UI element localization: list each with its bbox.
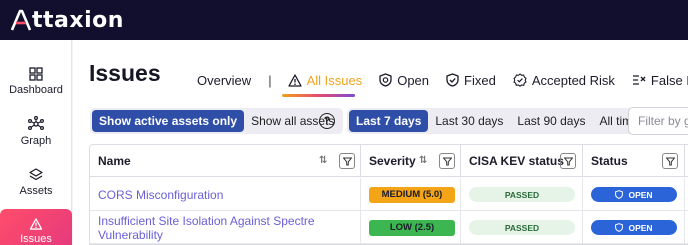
last-30-days-button[interactable]: Last 30 days: [428, 110, 510, 132]
status-badge: OPEN: [591, 187, 677, 202]
active-tab-indicator: [282, 94, 355, 97]
dashboard-icon: [29, 66, 43, 81]
status-badge: OPEN: [591, 220, 677, 235]
issue-link[interactable]: CORS Misconfiguration: [98, 188, 223, 202]
last-90-days-button[interactable]: Last 90 days: [510, 110, 592, 132]
open-shield-icon: [615, 223, 624, 232]
column-header-severity[interactable]: Severity ⇅: [361, 145, 461, 177]
tab-label: Overview: [197, 72, 252, 88]
tab-label: Fixed: [464, 72, 496, 88]
tab-all-issues[interactable]: All Issues: [287, 72, 363, 88]
sidebar-item-issues[interactable]: Issues: [0, 209, 72, 245]
table-row[interactable]: Insufficient Site Isolation Against Spec…: [90, 211, 688, 244]
tab-overview[interactable]: Overview: [197, 73, 251, 88]
column-label: Severity: [369, 154, 416, 168]
layers-icon: [29, 167, 43, 180]
warning-icon: [287, 73, 302, 87]
column-header-name[interactable]: Name ⇅: [90, 145, 361, 177]
column-label: CISA KEV status: [469, 154, 564, 168]
tab-fixed[interactable]: Fixed: [446, 73, 496, 88]
tab-label: Accepted Risk: [531, 72, 615, 88]
column-header-cisa-kev[interactable]: CISA KEV status: [461, 145, 583, 177]
top-bar: ttaxion: [0, 0, 688, 40]
issue-link[interactable]: Insufficient Site Isolation Against Spec…: [98, 214, 360, 242]
main-content: Issues Overview | All Issues Open Fixed …: [73, 40, 688, 245]
status-cell: OPEN: [583, 178, 685, 211]
badge-check-icon: [513, 73, 527, 87]
table-header: Name ⇅ Severity ⇅ CISA KEV status Status: [90, 145, 688, 177]
filter-icon[interactable]: [339, 153, 355, 169]
filter-icon[interactable]: [439, 153, 455, 169]
page-title: Issues: [89, 60, 161, 86]
time-range-toggle: Last 7 days Last 30 days Last 90 days Al…: [347, 108, 648, 134]
sidebar-item-graph[interactable]: Graph: [0, 109, 72, 153]
filter-icon[interactable]: [560, 153, 576, 169]
sidebar-item-label: Assets: [19, 184, 53, 197]
help-icon[interactable]: ?: [319, 113, 335, 129]
issue-name-cell: Insufficient Site Isolation Against Spec…: [90, 211, 361, 244]
kev-status-badge: PASSED: [469, 220, 575, 235]
logo-mark-icon: [11, 9, 31, 31]
show-active-assets-button[interactable]: Show active assets only: [92, 110, 245, 132]
table-row[interactable]: CORS Misconfiguration MEDIUM (5.0) PASSE…: [90, 178, 688, 211]
status-cell: OPEN: [583, 211, 685, 244]
false-positive-icon: [632, 75, 646, 85]
tab-label: All Issues: [306, 72, 363, 88]
status-label: OPEN: [628, 189, 653, 200]
asset-scope-toggle: Show active assets only Show all assets: [90, 108, 344, 134]
severity-badge: MEDIUM (5.0): [369, 186, 455, 203]
column-label: Name: [98, 154, 131, 168]
severity-cell: LOW (2.5): [361, 211, 461, 244]
issues-table: Name ⇅ Severity ⇅ CISA KEV status Status…: [89, 144, 688, 245]
tab-false-positive[interactable]: False Positi: [632, 73, 688, 88]
sidebar: Dashboard Graph Assets Issues: [0, 40, 72, 245]
open-shield-icon: [615, 190, 624, 199]
app-logo[interactable]: ttaxion: [11, 7, 124, 33]
sidebar-item-label: Issues: [20, 233, 52, 245]
severity-badge: LOW (2.5): [369, 219, 455, 236]
status-label: OPEN: [628, 222, 653, 233]
filter-search-input[interactable]: Filter by gr: [628, 107, 688, 135]
tab-accepted-risk[interactable]: Accepted Risk: [513, 73, 615, 88]
tab-label: Open: [397, 72, 430, 88]
check-shield-icon: [446, 73, 459, 87]
warning-icon: [29, 218, 43, 230]
tab-separator: |: [268, 72, 272, 88]
column-label: Status: [591, 154, 628, 168]
column-header-status[interactable]: Status: [583, 145, 685, 177]
kev-status-badge: PASSED: [469, 187, 575, 202]
issue-name-cell: CORS Misconfiguration: [90, 178, 361, 211]
sort-icon[interactable]: ⇅: [319, 155, 327, 166]
sidebar-item-assets[interactable]: Assets: [0, 160, 72, 204]
sidebar-item-dashboard[interactable]: Dashboard: [0, 59, 72, 103]
severity-cell: MEDIUM (5.0): [361, 178, 461, 211]
last-7-days-button[interactable]: Last 7 days: [349, 110, 429, 132]
tab-label: False Positi: [650, 72, 688, 88]
filter-icon[interactable]: [662, 153, 678, 169]
sidebar-item-label: Dashboard: [9, 83, 63, 96]
tab-bar: Overview | All Issues Open Fixed Accepte…: [197, 68, 688, 92]
graph-icon: [28, 115, 44, 130]
brand-name: ttaxion: [32, 7, 124, 33]
sidebar-item-label: Graph: [20, 134, 52, 147]
open-shield-icon: [379, 73, 392, 87]
tab-open[interactable]: Open: [379, 73, 429, 88]
sort-icon[interactable]: ⇅: [419, 155, 427, 166]
kev-cell: PASSED: [461, 178, 583, 211]
kev-cell: PASSED: [461, 211, 583, 244]
